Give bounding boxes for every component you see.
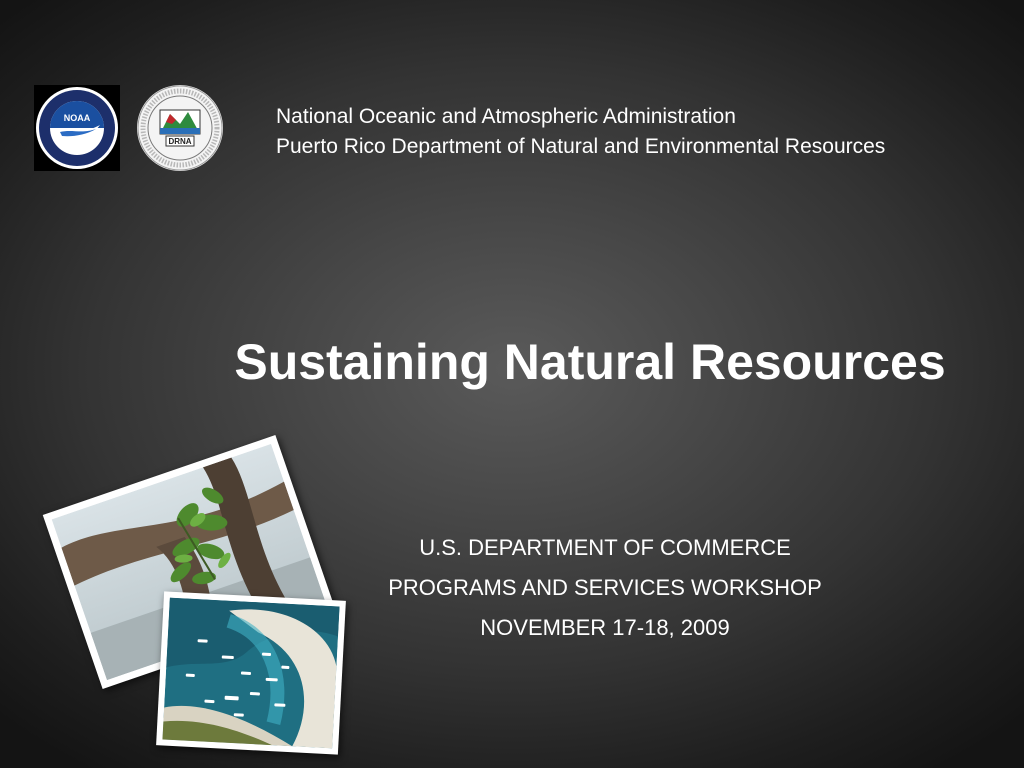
noaa-logo-icon: NOAA [34,85,120,171]
slide-title: Sustaining Natural Resources [234,334,946,390]
agency-noaa-name: National Oceanic and Atmospheric Adminis… [276,105,736,128]
workshop-info: U.S. DEPARTMENT OF COMMERCE PROGRAMS AND… [355,528,855,648]
slide: NOAA DRNA National Oceanic and Atmospher… [0,0,1024,768]
drna-logo-text: DRNA [168,137,191,146]
bay-boats-aerial-photo [156,591,346,755]
noaa-logo-text: NOAA [64,113,91,123]
department-line: U.S. DEPARTMENT OF COMMERCE [419,535,791,560]
agency-drna-name: Puerto Rico Department of Natural and En… [276,135,886,158]
workshop-name-line: PROGRAMS AND SERVICES WORKSHOP [388,575,822,600]
drna-logo-icon: DRNA [136,84,224,172]
workshop-date-line: NOVEMBER 17-18, 2009 [480,615,730,640]
agency-header: National Oceanic and Atmospheric Adminis… [276,102,885,162]
